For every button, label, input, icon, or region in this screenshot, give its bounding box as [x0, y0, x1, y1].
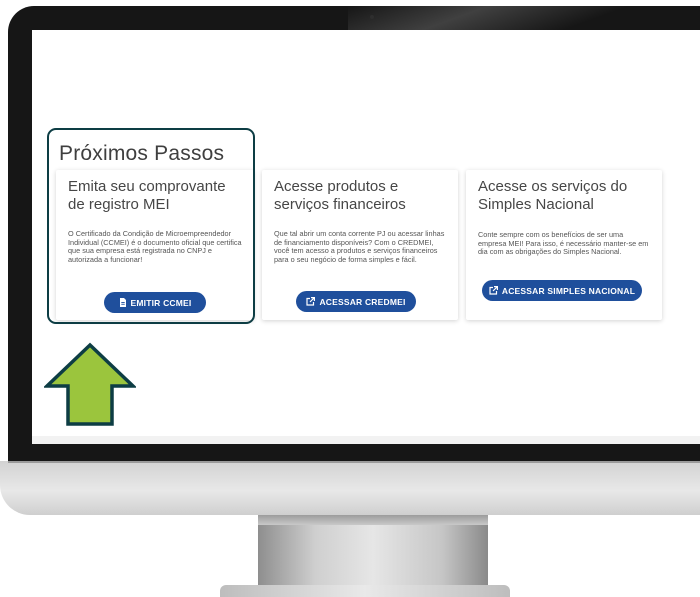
card-title: Acesse os serviços do Simples Nacional — [478, 178, 628, 213]
external-link-icon — [489, 286, 498, 295]
card-simples-nacional: Acesse os serviços do Simples Nacional C… — [466, 170, 662, 320]
card-description: Conte sempre com os benefícios de ser um… — [478, 230, 649, 257]
screen-footer — [32, 436, 700, 444]
monitor-divider — [8, 461, 700, 463]
monitor-screen: Próximos Passos Emita seu comprovante de… — [32, 30, 700, 444]
camera-icon — [370, 15, 374, 19]
highlight-frame — [47, 128, 255, 324]
external-link-icon — [306, 297, 316, 306]
acessar-simples-nacional-button[interactable]: ACESSAR SIMPLES NACIONAL — [482, 280, 642, 301]
card-description: Que tal abrir um conta corrente PJ ou ac… — [274, 229, 445, 264]
monitor-foot — [220, 585, 510, 597]
acessar-credmei-button[interactable]: ACESSAR CREDMEI — [296, 291, 416, 312]
button-label: ACESSAR SIMPLES NACIONAL — [501, 285, 636, 296]
monitor-chin — [0, 461, 700, 515]
card-credmei: Acesse produtos e serviços financeiros Q… — [262, 170, 458, 320]
card-title: Acesse produtos e serviços financeiros — [274, 178, 406, 213]
up-arrow-icon — [44, 342, 136, 426]
button-label: ACESSAR CREDMEI — [319, 296, 406, 307]
